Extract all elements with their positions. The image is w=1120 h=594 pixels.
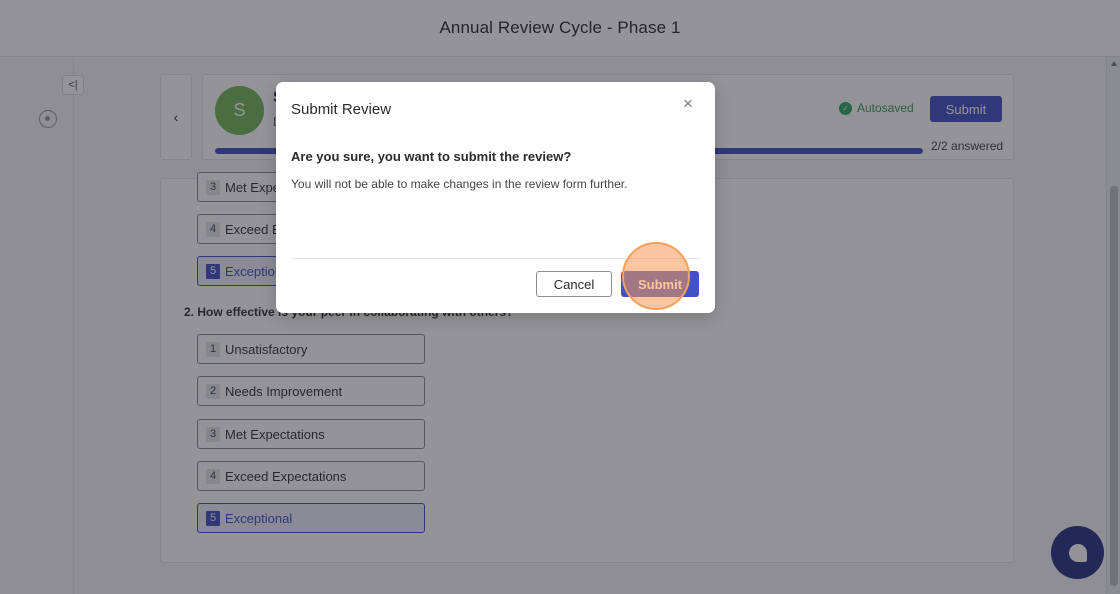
dialog-note: You will not be able to make changes in …	[291, 177, 628, 191]
dialog-question: Are you sure, you want to submit the rev…	[291, 149, 572, 164]
cancel-button[interactable]: Cancel	[536, 271, 612, 297]
dialog-title: Submit Review	[291, 101, 392, 118]
dialog-divider	[291, 258, 700, 259]
close-icon[interactable]: ×	[683, 95, 693, 112]
submit-review-dialog: Submit Review × Are you sure, you want t…	[276, 82, 715, 313]
confirm-submit-button[interactable]: Submit	[621, 271, 699, 297]
